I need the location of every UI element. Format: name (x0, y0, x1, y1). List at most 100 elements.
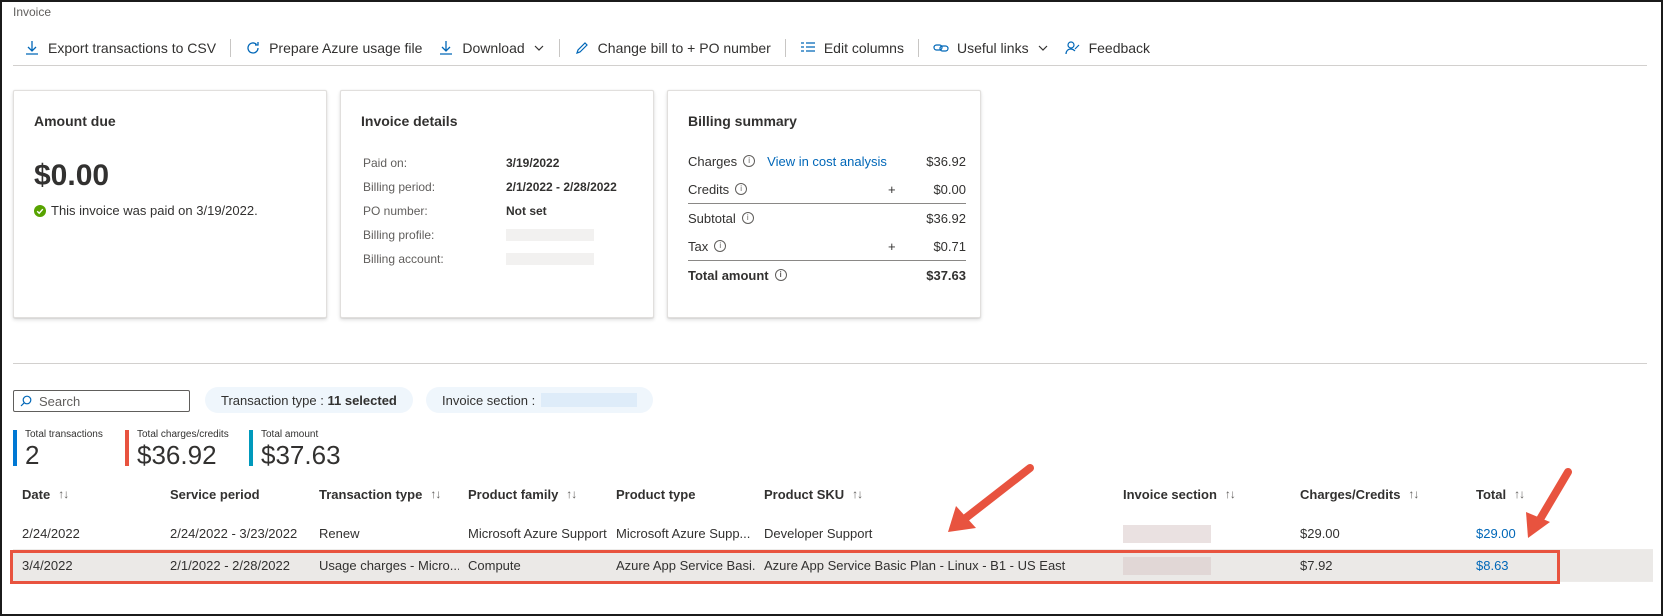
prepare-usage-label: Prepare Azure usage file (269, 40, 423, 56)
search-placeholder: Search (39, 393, 81, 409)
cell-transaction-type: Renew (319, 526, 360, 541)
change-bill-to-label: Change bill to + PO number (597, 40, 771, 56)
cost-analysis-link[interactable]: View in cost analysis (767, 154, 887, 169)
export-csv-button[interactable]: Export transactions to CSV (16, 36, 224, 60)
info-icon[interactable]: i (741, 212, 754, 224)
kpi-value: $37.63 (261, 440, 341, 470)
info-icon[interactable]: i (774, 269, 787, 281)
toolbar-divider (230, 39, 232, 57)
tax-row: Tax i + $0.71 (688, 232, 966, 260)
info-icon[interactable]: i (735, 183, 748, 195)
search-input[interactable]: Search (13, 390, 190, 412)
kpi-label: Total transactions (25, 429, 103, 440)
paid-status-text: This invoice was paid on 3/19/2022. (51, 203, 258, 218)
redacted-value (1123, 556, 1211, 575)
cell-date: 3/4/2022 (22, 558, 73, 573)
cell-product-type: Azure App Service Basi... (616, 558, 756, 573)
column-header-date[interactable]: Date ↑↓ (22, 487, 152, 509)
subtotal-label: Subtotal i (688, 211, 754, 226)
edit-icon (575, 42, 588, 54)
useful-links-button[interactable]: Useful links (925, 36, 1057, 60)
detail-label: Paid on: (363, 156, 408, 170)
charges-row: Charges i View in cost analysis $36.92 (688, 147, 966, 175)
sort-icon[interactable]: ↑↓ (1408, 487, 1419, 501)
toolbar-divider-line (13, 65, 1647, 66)
search-icon (20, 395, 32, 407)
card-title: Billing summary (688, 113, 797, 129)
cell-invoice-section (1123, 550, 1273, 581)
download-button[interactable]: Download (430, 36, 552, 60)
edit-columns-button[interactable]: Edit columns (792, 36, 912, 60)
amount-due-card: Amount due $0.00 This invoice was paid o… (13, 90, 327, 318)
feedback-button[interactable]: Feedback (1057, 36, 1158, 60)
invoice-section-filter[interactable]: Invoice section : (426, 387, 654, 413)
useful-links-label: Useful links (956, 40, 1029, 56)
total-value: $37.63 (926, 267, 966, 283)
card-title: Invoice details (361, 113, 458, 129)
prepare-usage-button[interactable]: Prepare Azure usage file (237, 36, 430, 60)
credits-row: Credits i + $0.00 (688, 175, 966, 203)
cell-product-sku: Developer Support (764, 526, 873, 541)
column-header-invoice-section[interactable]: Invoice section ↑↓ (1123, 487, 1273, 509)
detail-value: 2/1/2022 - 2/28/2022 (506, 180, 617, 194)
export-csv-label: Export transactions to CSV (48, 40, 217, 56)
sort-icon[interactable]: ↑↓ (1514, 487, 1525, 501)
column-header-product-sku[interactable]: Product SKU ↑↓ (764, 487, 1094, 509)
cell-product-family: Microsoft Azure Support (468, 526, 607, 541)
sort-icon[interactable]: ↑↓ (566, 487, 577, 501)
column-header-total[interactable]: Total ↑↓ (1476, 487, 1626, 509)
filter-label: Transaction type : (221, 392, 324, 408)
credits-value: $0.00 (933, 181, 966, 197)
cell-charges-credits: $7.92 (1300, 558, 1333, 573)
info-icon[interactable]: i (743, 155, 756, 167)
detail-value: 3/19/2022 (506, 156, 560, 170)
column-header-service-period[interactable]: Service period (170, 487, 310, 509)
table-header: Date ↑↓ Service period Transaction type ↑↓… (13, 487, 1653, 509)
cell-service-period: 2/1/2022 - 2/28/2022 (170, 558, 290, 573)
toolbar-divider (558, 39, 560, 57)
success-check-icon (34, 204, 46, 217)
cell-product-type: Microsoft Azure Supp... (616, 526, 751, 541)
cell-date: 2/24/2022 (22, 526, 80, 541)
columns-icon (800, 42, 815, 52)
kpi-label: Total amount (261, 429, 319, 440)
detail-row: Billing period: 2/1/2022 - 2/28/2022 (363, 175, 617, 199)
cell-product-family: Compute (468, 558, 521, 573)
billing-summary-card: Billing summary Charges i View in cost an… (667, 90, 981, 318)
sort-icon[interactable]: ↑↓ (1225, 487, 1236, 501)
sort-icon[interactable]: ↑↓ (430, 487, 441, 501)
billing-summary-list: Charges i View in cost analysis $36.92 Cr… (688, 147, 966, 289)
column-header-product-family[interactable]: Product family ↑↓ (468, 487, 618, 509)
detail-label: PO number: (363, 204, 428, 218)
kpi-label: Total charges/credits (137, 429, 229, 440)
paid-status: This invoice was paid on 3/19/2022. (34, 203, 258, 218)
kpi-value: 2 (25, 440, 40, 470)
detail-row: PO number: Not set (363, 199, 617, 223)
change-bill-to-button[interactable]: Change bill to + PO number (566, 36, 779, 60)
page-title: Invoice (13, 5, 52, 19)
feedback-label: Feedback (1088, 40, 1151, 56)
cell-product-sku: Azure App Service Basic Plan - Linux - B… (764, 558, 1066, 573)
sort-icon[interactable]: ↑↓ (58, 487, 69, 501)
total-row: Total amount i $37.63 (688, 260, 966, 289)
download-icon (440, 41, 453, 55)
invoice-details-card: Invoice details Paid on: 3/19/2022 Billin… (340, 90, 654, 318)
cell-charges-credits: $29.00 (1300, 526, 1340, 541)
column-header-product-type[interactable]: Product type (616, 487, 756, 509)
table-row-selected[interactable]: 3/4/2022 2/1/2022 - 2/28/2022 Usage char… (13, 550, 1653, 582)
command-bar: Export transactions to CSV Prepare Azure… (16, 36, 1158, 60)
section-divider (13, 363, 1647, 364)
filter-label: Invoice section : (442, 392, 536, 408)
cell-total-link[interactable]: $8.63 (1476, 550, 1626, 581)
redacted-value (541, 393, 638, 407)
toolbar-divider (784, 39, 786, 57)
sort-icon[interactable]: ↑↓ (852, 487, 863, 501)
detail-value: Not set (506, 204, 547, 218)
column-header-charges-credits[interactable]: Charges/Credits ↑↓ (1300, 487, 1450, 509)
column-header-transaction-type[interactable]: Transaction type ↑↓ (319, 487, 459, 509)
cell-total-link[interactable]: $29.00 (1476, 518, 1626, 549)
transaction-type-filter[interactable]: Transaction type : 11 selected (205, 387, 413, 413)
info-icon[interactable]: i (714, 240, 727, 252)
table-row[interactable]: 2/24/2022 2/24/2022 - 3/23/2022 Renew Mi… (13, 518, 1653, 550)
detail-row: Paid on: 3/19/2022 (363, 151, 617, 175)
